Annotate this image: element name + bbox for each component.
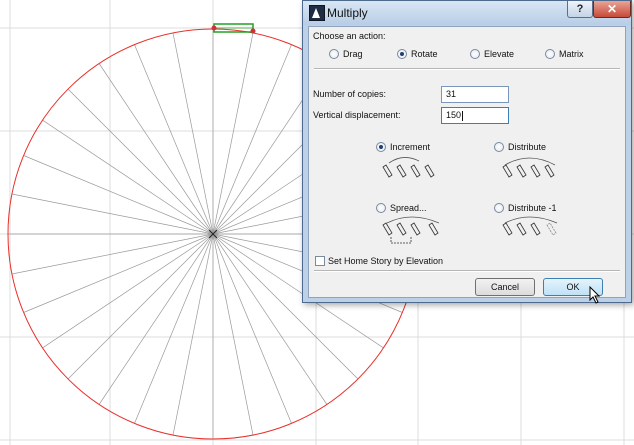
multiply-dialog: Multiply ? ✕ Choose an action: Drag Rota…: [302, 0, 632, 303]
app-icon: [309, 5, 325, 21]
object-handle[interactable]: [250, 28, 256, 34]
radial-line: [23, 233, 214, 313]
radial-line: [67, 88, 214, 235]
radio-button[interactable]: [397, 49, 407, 59]
dialog-titlebar[interactable]: Multiply ? ✕: [303, 1, 631, 25]
method-increment-label: Increment: [390, 142, 431, 152]
dialog-body: Choose an action: Drag Rotate Elevate Ma…: [308, 26, 626, 298]
action-rotate-label: Rotate: [411, 49, 438, 59]
mouse-cursor-icon: [589, 286, 601, 304]
separator: [314, 270, 620, 272]
radio-button[interactable]: [494, 142, 504, 152]
home-story-label: Set Home Story by Elevation: [328, 256, 444, 266]
method-distribute-minus-one-label: Distribute -1: [508, 203, 557, 213]
action-drag-label: Drag: [343, 49, 363, 59]
object-handle[interactable]: [211, 25, 217, 31]
cancel-button[interactable]: Cancel: [475, 278, 535, 296]
radio-button[interactable]: [329, 49, 339, 59]
method-spread-label: Spread...: [390, 203, 427, 213]
radio-button[interactable]: [545, 49, 555, 59]
displacement-label: Vertical displacement:: [313, 110, 401, 120]
radial-line: [67, 233, 214, 380]
copies-input[interactable]: 31: [441, 86, 509, 103]
radial-line: [134, 233, 214, 424]
radio-button[interactable]: [376, 203, 386, 213]
help-button[interactable]: ?: [567, 1, 593, 18]
action-prompt: Choose an action:: [313, 31, 386, 41]
distribute-minus-one-diagram-icon: [502, 216, 558, 236]
displacement-input[interactable]: 150: [441, 107, 509, 124]
text-cursor: [462, 110, 464, 121]
radial-line: [134, 44, 214, 235]
action-matrix-label: Matrix: [559, 49, 584, 59]
dialog-title: Multiply: [327, 6, 368, 20]
displacement-value: 150: [446, 110, 462, 120]
radial-line: [212, 44, 292, 235]
spread-diagram-icon: [382, 216, 440, 244]
increment-diagram-icon: [382, 157, 435, 178]
copies-label: Number of copies:: [313, 89, 387, 99]
radial-line: [23, 155, 214, 235]
radio-button[interactable]: [494, 203, 504, 213]
distribute-diagram-icon: [502, 157, 556, 178]
separator: [314, 68, 620, 70]
radio-button[interactable]: [470, 49, 480, 59]
action-elevate-label: Elevate: [484, 49, 515, 59]
radio-button[interactable]: [376, 142, 386, 152]
close-button[interactable]: ✕: [593, 1, 631, 18]
method-distribute-label: Distribute: [508, 142, 547, 152]
radial-line: [212, 233, 292, 424]
checkbox[interactable]: [315, 256, 325, 266]
